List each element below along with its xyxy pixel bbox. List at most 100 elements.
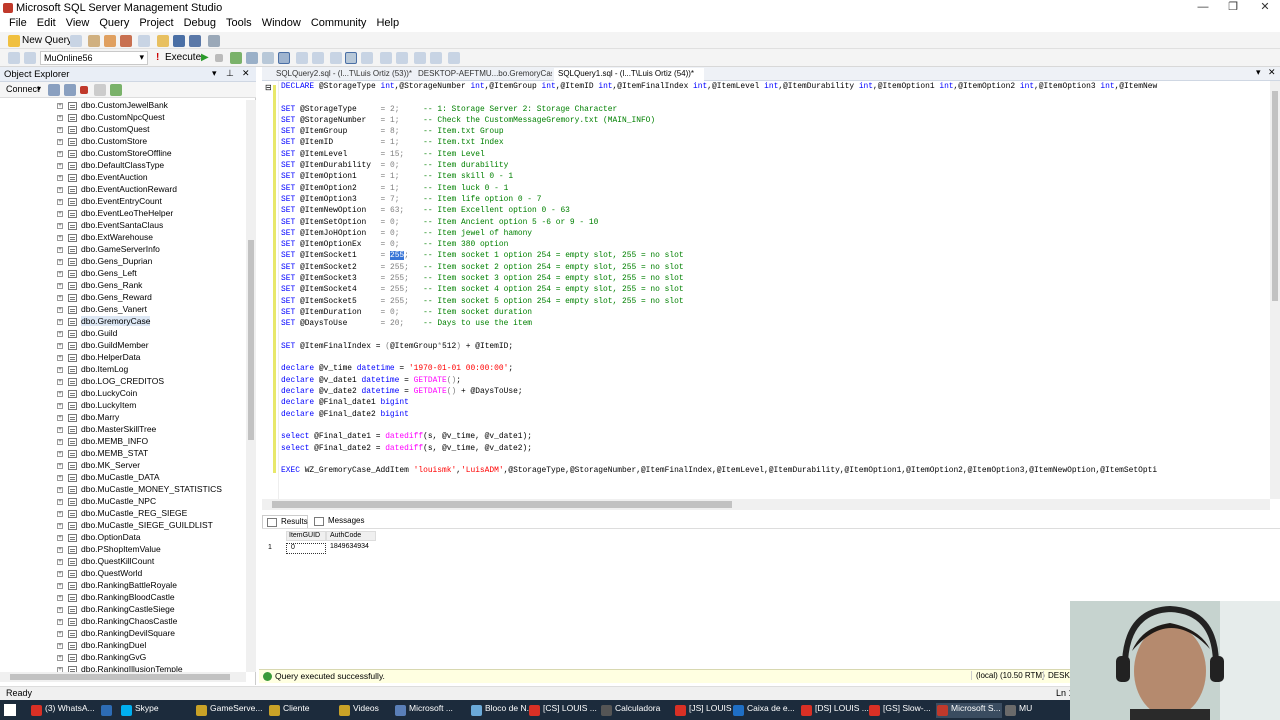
expand-icon[interactable]: + (57, 403, 63, 409)
tree-item-table[interactable]: + dbo.ExtWarehouse (0, 232, 246, 244)
close-button[interactable]: ✕ (1250, 0, 1280, 16)
increase-indent-icon[interactable] (430, 52, 442, 64)
code-line-set[interactable]: SET @ItemSocket5 = 255; -- Item socket 5… (281, 296, 1270, 307)
code-line-set[interactable]: SET @ItemJoHOption = 0; -- Item jewel of… (281, 228, 1270, 239)
restore-button[interactable]: ❐ (1218, 0, 1248, 16)
tree-item-table[interactable]: + dbo.LOG_CREDITOS (0, 376, 246, 388)
taskbar-item[interactable]: [GS] Slow-... (868, 703, 934, 718)
results-to-file-icon[interactable] (361, 52, 373, 64)
tab-results[interactable]: Results (262, 515, 308, 528)
taskbar-item[interactable]: Cliente (268, 703, 336, 718)
tree-item-table[interactable]: + dbo.MuCastle_NPC (0, 496, 246, 508)
menu-edit[interactable]: Edit (32, 16, 61, 29)
code-line-declare[interactable]: declare @v_date1 datetime = GETDATE(); (281, 375, 1270, 386)
cancel-query-icon[interactable] (215, 54, 223, 62)
expand-icon[interactable]: + (57, 415, 63, 421)
expand-icon[interactable]: + (57, 511, 63, 517)
tree-item-table[interactable]: + dbo.LuckyItem (0, 400, 246, 412)
uncomment-icon[interactable] (396, 52, 408, 64)
query-designer-icon[interactable] (262, 52, 274, 64)
expand-icon[interactable]: + (57, 379, 63, 385)
expand-icon[interactable]: + (57, 343, 63, 349)
expand-icon[interactable]: + (57, 187, 63, 193)
tree-item-table[interactable]: + dbo.MuCastle_REG_SIEGE (0, 508, 246, 520)
expand-icon[interactable]: + (57, 607, 63, 613)
tree-item-table[interactable]: + dbo.CustomQuest (0, 124, 246, 136)
code-line-set[interactable]: SET @ItemOption1 = 1; -- Item skill 0 - … (281, 171, 1270, 182)
expand-icon[interactable]: + (57, 211, 63, 217)
decrease-indent-icon[interactable] (414, 52, 426, 64)
expand-icon[interactable]: + (57, 259, 63, 265)
expand-icon[interactable]: + (57, 163, 63, 169)
tree-item-table[interactable]: + dbo.RankingDuel (0, 640, 246, 652)
code-line-set[interactable]: SET @ItemSocket4 = 255; -- Item socket 4… (281, 284, 1270, 295)
taskbar-item[interactable]: Calculadora (600, 703, 670, 718)
expand-icon[interactable]: + (57, 115, 63, 121)
expand-icon[interactable]: + (57, 535, 63, 541)
code-line-set[interactable]: SET @ItemLevel = 15; -- Item Level (281, 149, 1270, 160)
tab-messages[interactable]: Messages (310, 515, 368, 528)
close-tab-icon[interactable]: ✕ (1268, 67, 1276, 78)
expand-icon[interactable]: + (57, 643, 63, 649)
code-area[interactable]: DECLARE @StorageType int,@StorageNumber … (281, 81, 1270, 499)
connect-dropdown[interactable]: Connect (6, 84, 40, 94)
scroll-thumb[interactable] (10, 674, 230, 680)
parse-icon[interactable] (230, 52, 242, 64)
code-line-final-index[interactable]: SET @ItemFinalIndex = (@ItemGroup*512) +… (281, 341, 1270, 352)
taskbar-item[interactable]: Caixa de e... (732, 703, 798, 718)
code-line-declare[interactable]: declare @v_time datetime = '1970-01-01 0… (281, 363, 1270, 374)
code-line-set[interactable]: SET @ItemOption2 = 1; -- Item luck 0 - 1 (281, 183, 1270, 194)
code-line-set[interactable]: SET @StorageType = 2; -- 1: Storage Serv… (281, 104, 1270, 115)
expand-icon[interactable]: + (57, 223, 63, 229)
new-query-button[interactable]: New Query (22, 35, 72, 46)
expand-icon[interactable]: + (57, 499, 63, 505)
tree-item-table[interactable]: + dbo.PShopItemValue (0, 544, 246, 556)
expand-icon[interactable]: + (57, 331, 63, 337)
tree-item-table[interactable]: + dbo.Guild (0, 328, 246, 340)
results-grid-active-icon[interactable] (345, 52, 357, 64)
code-line-set[interactable]: SET @DaysToUse = 20; -- Days to use the … (281, 318, 1270, 329)
code-line-select[interactable]: select @Final_date2 = datediff(s, @v_tim… (281, 443, 1270, 454)
tree-item-table[interactable]: + dbo.Gens_Duprian (0, 256, 246, 268)
change-connection-icon[interactable] (24, 52, 36, 64)
debug-play-icon[interactable]: ▶ (201, 52, 209, 63)
comment-out-icon[interactable] (380, 52, 392, 64)
menu-project[interactable]: Project (134, 16, 178, 29)
expand-icon[interactable]: + (57, 463, 63, 469)
tree-item-table[interactable]: + dbo.Gens_Rank (0, 280, 246, 292)
analysis-query-icon[interactable] (88, 35, 100, 47)
save-all-icon[interactable] (189, 35, 201, 47)
expand-icon[interactable]: + (57, 475, 63, 481)
database-engine-query-icon[interactable] (70, 35, 82, 47)
taskbar-item[interactable] (100, 703, 118, 718)
dmx-query-icon[interactable] (120, 35, 132, 47)
tab-sqlquery2[interactable]: SQLQuery2.sql - (l...T\Luis Ortiz (53))* (272, 68, 412, 81)
expand-icon[interactable]: + (57, 235, 63, 241)
tab-list-icon[interactable]: ▾ (1256, 67, 1261, 78)
code-line-blank[interactable] (281, 454, 1270, 465)
code-line-declare[interactable]: declare @Final_date1 bigint (281, 397, 1270, 408)
code-line-set[interactable]: SET @ItemOptionEx = 0; -- Item 380 optio… (281, 239, 1270, 250)
tree-item-table[interactable]: + dbo.Gens_Left (0, 268, 246, 280)
expand-icon[interactable]: + (57, 295, 63, 301)
code-line-blank[interactable] (281, 352, 1270, 363)
expand-icon[interactable]: + (57, 427, 63, 433)
code-line-declare[interactable]: DECLARE @StorageType int,@StorageNumber … (281, 81, 1270, 92)
close-panel-icon[interactable]: ✕ (242, 68, 250, 79)
tree-item-table[interactable]: + dbo.MuCastle_SIEGE_GUILDLIST (0, 520, 246, 532)
code-line-declare[interactable]: declare @v_date2 datetime = GETDATE() + … (281, 386, 1270, 397)
taskbar-item[interactable]: Microsoft S... (936, 703, 1002, 718)
available-databases-select[interactable]: MuOnline56 ▾ (40, 51, 148, 65)
taskbar-item[interactable]: Microsoft ... (394, 703, 466, 718)
tree-item-table[interactable]: + dbo.OptionData (0, 532, 246, 544)
code-line-set[interactable]: SET @ItemSocket2 = 255; -- Item socket 2… (281, 262, 1270, 273)
tab-gremorycase[interactable]: DESKTOP-AEFTMU...bo.GremoryCase (414, 68, 552, 81)
minimize-button[interactable]: — (1188, 0, 1218, 16)
expand-icon[interactable]: + (57, 655, 63, 661)
code-line-set[interactable]: SET @ItemSocket1 = 255; -- Item socket 1… (281, 250, 1270, 261)
taskbar-item[interactable]: [CS] LOUIS ... (528, 703, 598, 718)
results-to-grid-icon[interactable] (330, 52, 342, 64)
taskbar-item[interactable]: Bloco de N... (470, 703, 534, 718)
window-position-icon[interactable]: ▾ (212, 68, 217, 79)
expand-icon[interactable]: + (57, 127, 63, 133)
